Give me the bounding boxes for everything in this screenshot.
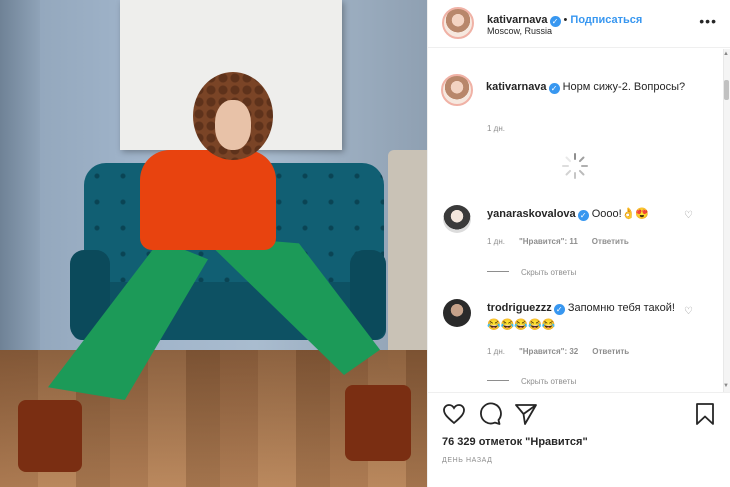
comment-likes[interactable]: "Нравится": 32: [519, 347, 578, 356]
comment-item: yanaraskovalova ✓ Оооо!👌😍: [487, 206, 687, 223]
verified-icon: ✓: [553, 304, 565, 315]
loading-spinner-icon: [562, 153, 588, 179]
comment-meta: 1 дн. "Нравится": 32 Ответить: [487, 347, 629, 356]
author-username[interactable]: kativarnava: [487, 14, 548, 26]
scroll-thumb[interactable]: [724, 80, 729, 100]
hide-replies-label: Скрыть ответы: [521, 268, 577, 277]
comment-username[interactable]: trodriguezzz: [487, 302, 552, 314]
divider-line: [487, 380, 509, 381]
orange-shirt: [140, 150, 276, 250]
reply-button[interactable]: Ответить: [592, 237, 629, 246]
share-icon[interactable]: [514, 403, 538, 425]
comment-likes[interactable]: "Нравится": 11: [519, 237, 578, 246]
comment-meta: 1 дн. "Нравится": 11 Ответить: [487, 237, 629, 246]
scroll-down-arrow-icon[interactable]: ▼: [723, 383, 729, 389]
follow-button[interactable]: Подписаться: [570, 14, 642, 26]
author-avatar[interactable]: [442, 7, 474, 39]
post-date[interactable]: ДЕНЬ НАЗАД: [442, 457, 493, 464]
comment-username[interactable]: yanaraskovalova: [487, 208, 576, 220]
comment-item: trodriguezzz ✓ Запомню тебя такой! 😂😂😂😂😂: [487, 300, 682, 334]
ellipsis-icon[interactable]: •••: [699, 13, 717, 29]
post-header: kativarnava ✓ • Подписаться Moscow, Russia …: [428, 0, 730, 48]
shoe-left: [18, 400, 82, 472]
caption-text: Норм сижу-2. Вопросы?: [562, 81, 686, 93]
comment-time[interactable]: 1 дн.: [487, 347, 505, 356]
caption-meta: 1 дн.: [487, 124, 505, 133]
separator-dot: •: [563, 14, 568, 26]
verified-icon: ✓: [577, 210, 589, 221]
heart-icon[interactable]: [442, 403, 466, 425]
reply-button[interactable]: Ответить: [592, 347, 629, 356]
location-link[interactable]: Moscow, Russia: [487, 26, 552, 36]
post-photo[interactable]: [0, 0, 427, 487]
comments-scrollbar[interactable]: [723, 49, 730, 392]
hide-replies-button[interactable]: Скрыть ответы: [487, 377, 576, 386]
comment-time[interactable]: 1 дн.: [487, 237, 505, 246]
comment-like-heart-icon[interactable]: ♡: [684, 210, 693, 221]
divider-line: [487, 271, 509, 272]
face: [215, 100, 251, 150]
hide-replies-label: Скрыть ответы: [521, 377, 577, 386]
scroll-up-arrow-icon[interactable]: ▲: [723, 51, 729, 57]
comment-text: Оооо!👌😍: [591, 208, 650, 220]
comment-icon[interactable]: [478, 402, 502, 426]
caption-time[interactable]: 1 дн.: [487, 124, 505, 133]
bookmark-icon[interactable]: [695, 403, 715, 425]
verified-icon: ✓: [548, 83, 560, 94]
commenter-avatar[interactable]: [443, 205, 471, 233]
caption-username[interactable]: kativarnava: [486, 81, 547, 93]
hide-replies-button[interactable]: Скрыть ответы: [487, 268, 576, 277]
commenter-avatar[interactable]: [443, 299, 471, 327]
caption: kativarnava ✓ Норм сижу-2. Вопросы?: [486, 79, 706, 96]
shoe-right: [345, 385, 411, 461]
likes-count[interactable]: 76 329 отметок "Нравится": [442, 436, 588, 448]
background-chair: [388, 150, 427, 370]
caption-author-avatar[interactable]: [441, 74, 473, 106]
post-actions: 76 329 отметок "Нравится" ДЕНЬ НАЗАД: [428, 392, 730, 487]
comment-like-heart-icon[interactable]: ♡: [684, 306, 693, 317]
